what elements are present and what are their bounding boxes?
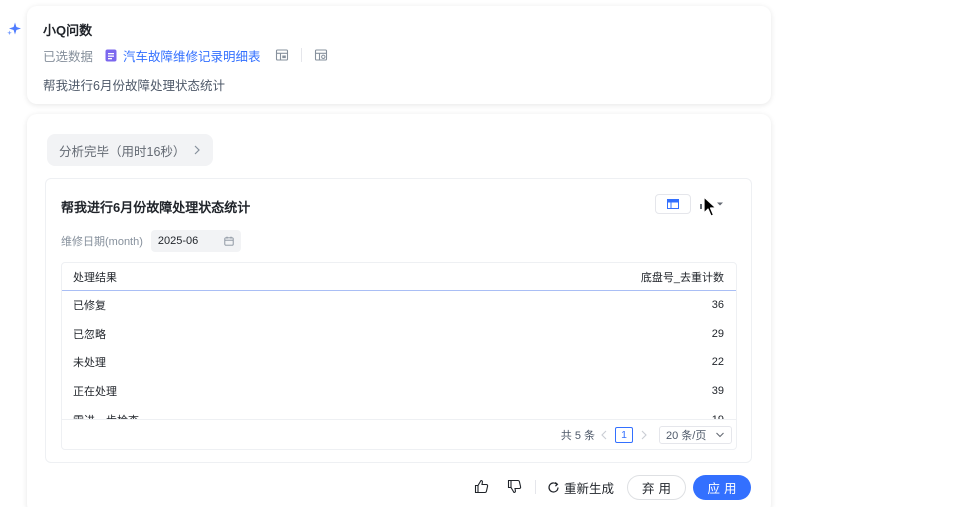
filter-label: 维修日期(month) [61,236,143,248]
pagination: 共 5 条 1 20 条/页 [62,419,736,449]
regenerate-button[interactable]: 重新生成 [547,476,614,498]
cell-count: 36 [711,299,724,312]
cell-result: 已忽略 [73,328,106,341]
table-row: 需进一步检查 19 [62,405,736,420]
analysis-status[interactable]: 分析完毕（用时16秒） [47,134,214,166]
answer-card: 分析完毕（用时16秒） 帮我进行6月份故障处理状态统计 维修日期(month) … [27,114,771,507]
table-row: 未处理 22 [62,348,736,377]
view-toggle [655,194,731,214]
cell-result: 正在处理 [73,386,117,399]
month-picker-value: 2025-06 [157,235,199,247]
page-number-button[interactable]: 1 [615,426,633,443]
sparkle-icon [7,22,21,36]
refresh-icon [548,481,559,493]
table-config-icon[interactable] [275,48,289,62]
apply-button[interactable]: 应用 [693,475,751,500]
calendar-icon [224,236,234,246]
dataset-link[interactable]: 汽车故障维修记录明细表 [123,46,261,65]
chat-panel: 小Q问数 已选数据 汽车故障维修记录明细表 帮我进行6月份故障处理状态统计 分析… [0,0,953,507]
divider [300,48,302,62]
date-filter: 维修日期(month) 2025-06 [61,230,241,252]
result-panel: 帮我进行6月份故障处理状态统计 维修日期(month) 2025-06 处理结果… [45,178,752,463]
divider [535,480,536,494]
assistant-name: 小Q问数 [43,23,93,38]
table-header: 处理结果 底盘号_去重计数 [62,263,736,291]
mouse-cursor-icon [703,196,717,217]
cell-count: 29 [711,327,724,340]
dataset-icon [105,49,117,61]
month-picker[interactable]: 2025-06 [150,230,241,252]
table-view-button[interactable] [655,194,691,214]
cell-result: 未处理 [73,357,106,370]
table-view-icon [667,199,679,209]
cell-count: 39 [711,385,724,398]
thumbs-up-icon[interactable] [474,479,489,494]
next-page-icon[interactable] [640,430,648,440]
cell-count: 22 [711,356,724,369]
action-bar: 重新生成 弃用 应用 [27,474,771,500]
table-row: 正在处理 39 [62,377,736,406]
table-settings-icon[interactable] [314,48,328,62]
total-count: 共 5 条 [560,429,595,442]
table-row: 已修复 36 [62,291,736,320]
column-header-count[interactable]: 底盘号_去重计数 [641,269,724,285]
result-title: 帮我进行6月份故障处理状态统计 [61,200,251,215]
chevron-right-icon [194,145,201,155]
analysis-status-text: 分析完毕（用时16秒） [59,144,186,159]
prev-page-icon[interactable] [600,430,608,440]
thumbs-down-icon[interactable] [507,479,522,494]
table-body[interactable]: 已修复 36 已忽略 29 未处理 22 正在处理 39 19 [62,291,736,420]
chevron-down-icon [716,432,724,437]
column-header-result[interactable]: 处理结果 [73,269,117,285]
page-size-value: 20 条/页 [666,429,707,442]
discard-button[interactable]: 弃用 [627,475,686,500]
page-size-select[interactable]: 20 条/页 [659,425,732,444]
data-table: 处理结果 底盘号_去重计数 已修复 36 已忽略 29 未处理 22 正在处理 … [61,262,737,450]
table-row: 已忽略 29 [62,320,736,349]
selected-data-label: 已选数据 [43,49,94,64]
user-question: 帮我进行6月份故障处理状态统计 [43,79,225,93]
query-card: 小Q问数 已选数据 汽车故障维修记录明细表 帮我进行6月份故障处理状态统计 [27,6,771,104]
regenerate-label: 重新生成 [564,481,615,496]
selected-data-row: 已选数据 汽车故障维修记录明细表 [43,46,328,64]
cell-result: 已修复 [73,300,106,313]
